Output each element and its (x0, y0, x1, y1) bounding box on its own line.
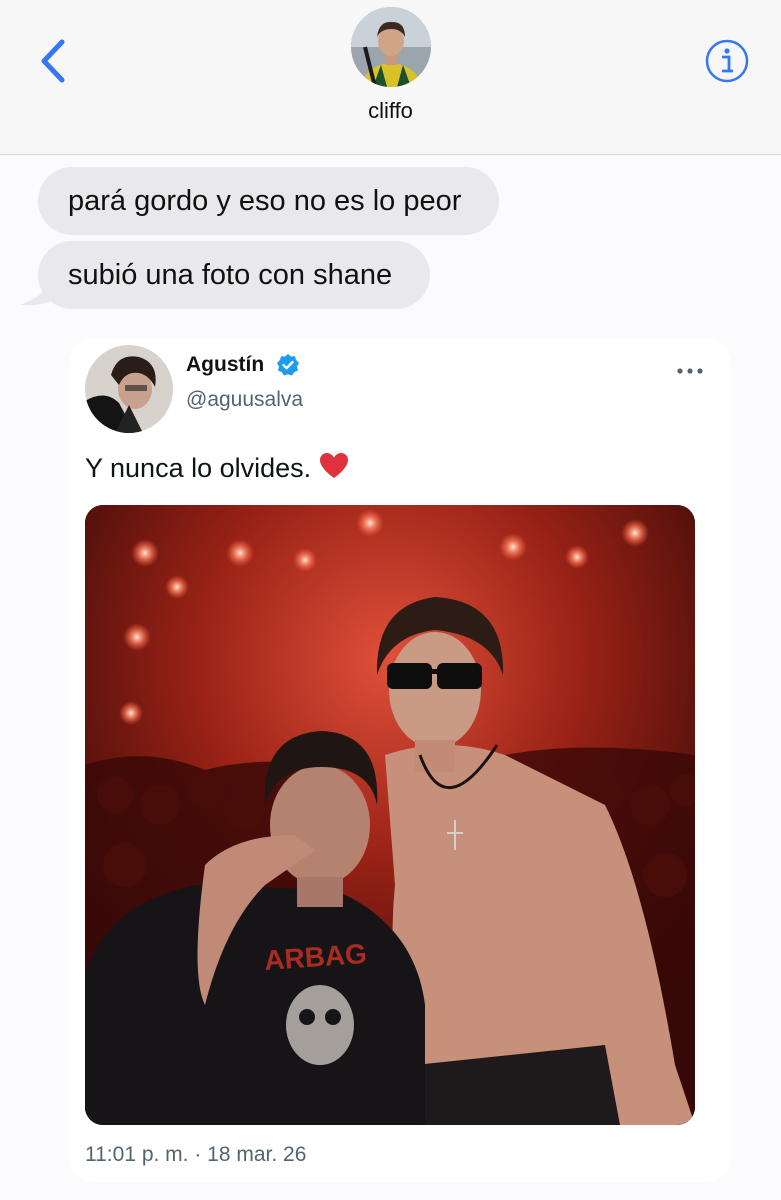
bubble-tail (20, 273, 58, 306)
contact-avatar[interactable] (351, 7, 431, 87)
tweet-author-handle[interactable]: @aguusalva (186, 388, 303, 412)
tweet-text: Y nunca lo olvides. (85, 452, 349, 484)
tweet-author-avatar[interactable] (85, 345, 173, 433)
verified-badge-icon (277, 354, 299, 376)
contact-name[interactable]: cliffo (0, 98, 781, 124)
red-heart-icon (320, 453, 349, 478)
conversation-header: cliffo (0, 0, 781, 155)
message-list[interactable]: pará gordo y eso no es lo peor subió una… (0, 155, 781, 1200)
more-horizontal-icon[interactable] (673, 361, 707, 381)
message-bubble[interactable]: subió una foto con shane (38, 241, 431, 309)
message-bubble[interactable]: pará gordo y eso no es lo peor (38, 167, 500, 235)
tweet-photo[interactable]: ARBAG (85, 505, 695, 1125)
tweet-timestamp[interactable]: 11:01 p. m. · 18 mar. 26 (85, 1143, 306, 1167)
tweet-author-name[interactable]: Agustín (186, 353, 264, 377)
info-circle-icon[interactable] (704, 38, 750, 84)
tweet-text-content: Y nunca lo olvides. (85, 453, 312, 483)
chevron-left-icon[interactable] (34, 36, 74, 86)
tweet-card[interactable]: Agustín @aguusalva Y nunca lo olvides. A… (69, 339, 731, 1182)
